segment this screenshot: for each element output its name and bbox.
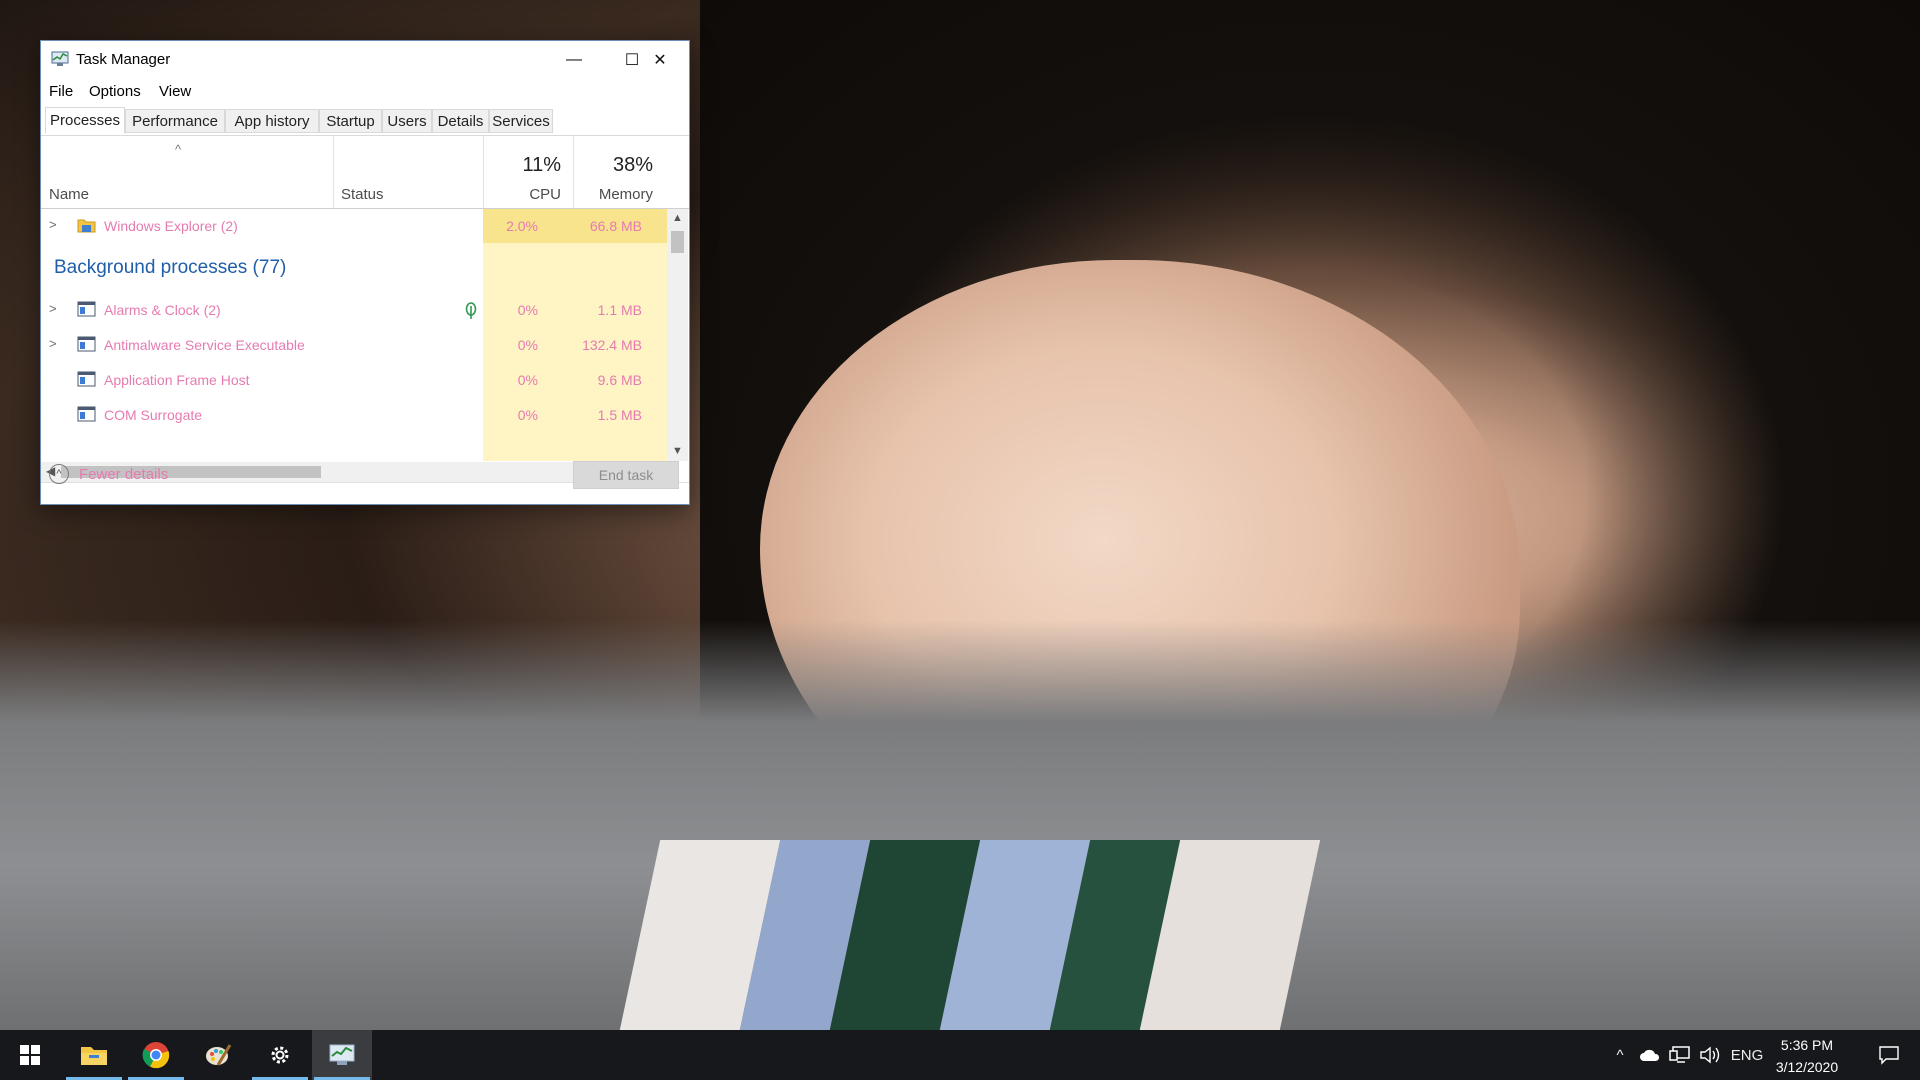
- app-window-icon: [77, 371, 96, 387]
- taskbar: ^ ENG 5:36 PM 3/12/2020: [0, 1030, 1920, 1080]
- close-icon: ✕: [653, 51, 667, 69]
- tab-details[interactable]: Details: [432, 109, 489, 133]
- expand-chevron-icon[interactable]: >: [49, 301, 57, 316]
- tab-strip: Processes Performance App history Startu…: [41, 107, 689, 136]
- clock[interactable]: 5:36 PM 3/12/2020: [1762, 1034, 1852, 1078]
- taskbar-task-manager[interactable]: [312, 1030, 372, 1080]
- column-cpu[interactable]: CPU: [491, 186, 561, 203]
- taskbar-chrome[interactable]: [126, 1030, 186, 1080]
- process-memory: 1.5 MB: [597, 407, 642, 423]
- tab-users[interactable]: Users: [382, 109, 432, 133]
- chevron-up-circle-icon[interactable]: ^: [49, 464, 69, 484]
- clock-date: 3/12/2020: [1775, 1059, 1839, 1075]
- process-name: Alarms & Clock (2): [104, 302, 221, 318]
- minimize-icon: —: [566, 50, 582, 68]
- column-status[interactable]: Status: [341, 186, 384, 203]
- process-name: Windows Explorer (2): [104, 218, 238, 234]
- network-icon: [1669, 1046, 1690, 1063]
- task-manager-window: Task Manager — ☐ ✕ File Options View Pro…: [40, 40, 690, 505]
- notification-icon: [1879, 1046, 1899, 1065]
- tab-startup[interactable]: Startup: [319, 109, 382, 133]
- cpu-total: 11%: [522, 154, 561, 176]
- table-row[interactable]: > Antimalware Service Executable 0% 132.…: [41, 328, 667, 362]
- app-window-icon: [77, 336, 96, 352]
- clock-time: 5:36 PM: [1780, 1037, 1834, 1053]
- paint-icon: [206, 1044, 232, 1066]
- task-manager-icon: [329, 1044, 355, 1065]
- process-memory: 132.4 MB: [582, 337, 642, 353]
- close-button[interactable]: ✕: [631, 41, 689, 78]
- process-list: > Windows Explorer (2) 2.0% 66.8 MB Back…: [41, 209, 667, 461]
- process-name: Application Frame Host: [104, 372, 250, 388]
- process-cpu: 2.0%: [506, 218, 538, 234]
- table-row[interactable]: > Alarms & Clock (2) 0% 1.1 MB: [41, 293, 667, 327]
- speaker-icon: [1700, 1046, 1720, 1064]
- tab-services[interactable]: Services: [489, 109, 553, 133]
- fewer-details-label[interactable]: Fewer details: [79, 466, 168, 483]
- memory-total: 38%: [612, 154, 653, 176]
- tab-processes[interactable]: Processes: [45, 107, 125, 134]
- column-header: ^ Name Status 11% CPU 38% Memory: [41, 136, 689, 209]
- column-divider[interactable]: [333, 136, 334, 208]
- cloud-icon: [1640, 1049, 1660, 1061]
- process-memory: 66.8 MB: [589, 218, 642, 234]
- expand-chevron-icon[interactable]: >: [49, 336, 57, 351]
- title-bar[interactable]: Task Manager — ☐ ✕: [41, 41, 689, 78]
- table-row[interactable]: COM Surrogate 0% 1.5 MB: [41, 398, 667, 432]
- group-header[interactable]: Background processes (77): [54, 257, 286, 279]
- menu-file[interactable]: File: [49, 83, 73, 100]
- column-name[interactable]: Name: [49, 186, 89, 203]
- column-divider[interactable]: [573, 136, 574, 208]
- column-memory[interactable]: Memory: [581, 186, 653, 203]
- taskbar-paint[interactable]: [188, 1030, 248, 1080]
- onedrive-tray[interactable]: [1636, 1030, 1664, 1080]
- process-name: COM Surrogate: [104, 407, 203, 423]
- scroll-down-icon[interactable]: ▼: [672, 445, 683, 457]
- process-cpu: 0%: [517, 302, 538, 318]
- sort-caret-icon[interactable]: ^: [175, 142, 181, 157]
- process-cpu: 0%: [517, 407, 538, 423]
- app-window-icon: [77, 301, 96, 317]
- process-memory: 9.6 MB: [597, 372, 642, 388]
- chrome-icon: [142, 1042, 170, 1069]
- process-cpu: 0%: [517, 337, 538, 353]
- chevron-up-icon: ^: [1616, 1046, 1624, 1064]
- table-row[interactable]: Application Frame Host 0% 9.6 MB: [41, 363, 667, 397]
- process-cpu: 0%: [517, 372, 538, 388]
- task-manager-app-icon: [51, 51, 69, 66]
- menu-bar: File Options View: [41, 81, 689, 103]
- process-name: Antimalware Service Executable: [104, 337, 305, 353]
- tab-app-history[interactable]: App history: [225, 109, 319, 133]
- folder-icon: [77, 219, 96, 233]
- settings-icon: [271, 1046, 289, 1064]
- action-center-button[interactable]: [1864, 1030, 1914, 1080]
- window-title: Task Manager: [76, 51, 171, 68]
- scroll-up-icon[interactable]: ▲: [672, 212, 683, 224]
- vertical-scroll-thumb[interactable]: [671, 231, 684, 253]
- start-button[interactable]: [0, 1030, 60, 1080]
- end-task-button[interactable]: End task: [573, 461, 679, 489]
- taskbar-file-explorer[interactable]: [64, 1030, 124, 1080]
- show-hidden-icons[interactable]: ^: [1606, 1030, 1634, 1080]
- volume-tray[interactable]: [1696, 1030, 1724, 1080]
- table-row[interactable]: > Windows Explorer (2) 2.0% 66.8 MB: [41, 209, 667, 243]
- column-divider[interactable]: [483, 136, 484, 208]
- menu-view[interactable]: View: [159, 83, 191, 100]
- minimize-button[interactable]: —: [545, 41, 603, 78]
- tab-performance[interactable]: Performance: [125, 109, 225, 133]
- network-tray[interactable]: [1666, 1030, 1694, 1080]
- vertical-scrollbar[interactable]: ▲ ▼: [667, 209, 688, 461]
- taskbar-settings[interactable]: [250, 1030, 310, 1080]
- process-memory: 1.1 MB: [597, 302, 642, 318]
- app-window-icon: [77, 406, 96, 422]
- menu-options[interactable]: Options: [89, 83, 141, 100]
- expand-chevron-icon[interactable]: >: [49, 217, 57, 232]
- start-icon: [20, 1045, 40, 1065]
- file-explorer-icon: [81, 1047, 107, 1065]
